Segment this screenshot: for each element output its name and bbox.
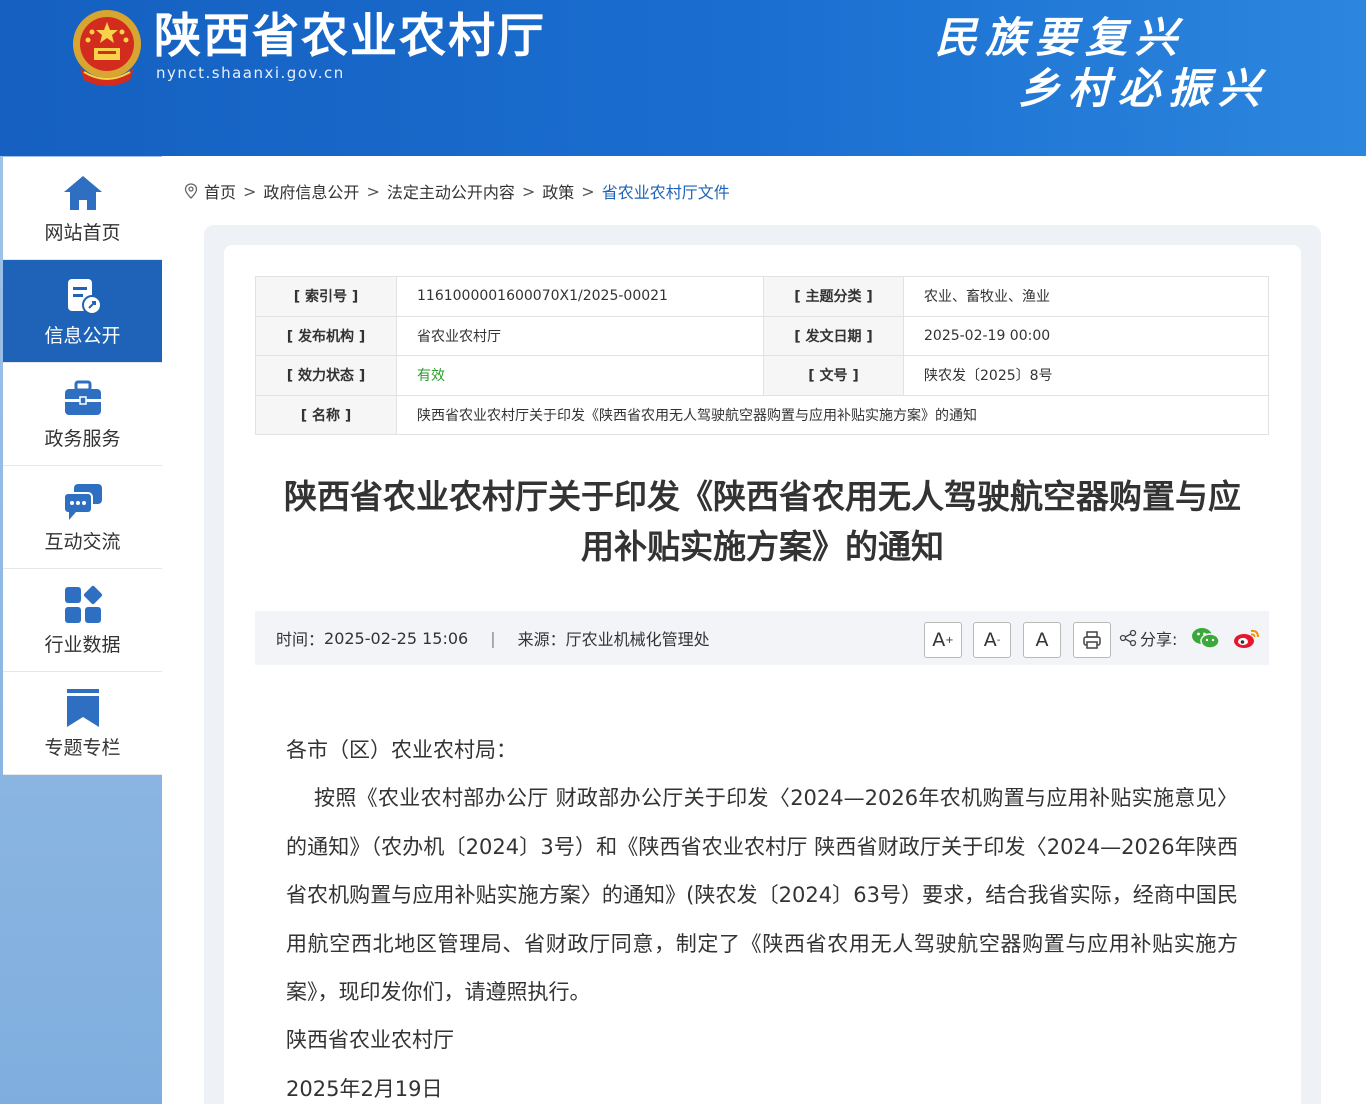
index-value: 1161000001600070X1/2025-00021: [396, 276, 764, 317]
breadcrumb-statutory[interactable]: 法定主动公开内容: [387, 179, 515, 203]
status-label: [ 效力状态 ]: [255, 355, 397, 396]
printer-icon: [1083, 631, 1101, 649]
breadcrumb: 首页 > 政府信息公开 > 法定主动公开内容 > 政策 > 省农业农村厅文件: [184, 180, 730, 202]
share-area: 分享:: [1119, 611, 1261, 665]
national-emblem-icon: [73, 10, 141, 86]
sidebar-item-info-disclosure[interactable]: 信息公开: [3, 260, 162, 363]
site-domain: nynct.shaanxi.gov.cn: [156, 64, 345, 82]
topic-label: [ 主题分类 ]: [763, 276, 904, 317]
sidebar-nav: 网站首页 信息公开 政务服务 互动交流 行业数据 专题专栏: [3, 157, 162, 775]
slogan-line-2: 乡村必振兴: [1018, 64, 1269, 113]
article-title: 陕西省农业农村厅关于印发《陕西省农用无人驾驶航空器购置与应用补贴实施方案》的通知: [284, 477, 1241, 566]
publisher-value: 省农业农村厅: [396, 315, 764, 356]
table-row: [ 名称 ] 陕西省农业农村厅关于印发《陕西省农用无人驾驶航空器购置与应用补贴实…: [255, 394, 1269, 435]
name-value: 陕西省农业农村厅关于印发《陕西省农用无人驾驶航空器购置与应用补贴实施方案》的通知: [396, 394, 1269, 435]
document-icon: [67, 278, 102, 315]
breadcrumb-home[interactable]: 首页: [204, 179, 236, 203]
docno-label: [ 文号 ]: [763, 355, 904, 396]
time-label: 时间：: [276, 630, 325, 649]
index-label: [ 索引号 ]: [255, 276, 397, 317]
sidebar-item-label: 行业数据: [44, 633, 121, 656]
sidebar-item-home[interactable]: 网站首页: [3, 157, 162, 260]
name-label: [ 名称 ]: [255, 394, 397, 435]
font-decrease-button[interactable]: A-: [973, 622, 1011, 658]
greeting: 各市（区）农业农村局：: [286, 738, 517, 762]
chat-icon: [62, 483, 102, 520]
font-reset-label: A: [1035, 629, 1049, 651]
publisher-label: [ 发布机构 ]: [255, 315, 397, 356]
share-icon: [1119, 629, 1137, 647]
meta-info: 时间： 2025-02-25 15:06 | 来源： 厅农业机械化管理处: [276, 611, 710, 665]
table-row: [ 效力状态 ] 有效 [ 文号 ] 陕农发〔2025〕8号: [255, 355, 1269, 396]
sidebar-item-interaction[interactable]: 互动交流: [3, 466, 162, 569]
body-paragraph: 按照《农业农村部办公厅 财政部办公厅关于印发〈2024—2026年农机购置与应用…: [286, 786, 1238, 1005]
topic-value: 农业、畜牧业、渔业: [903, 276, 1269, 317]
source-label: 来源：: [517, 630, 566, 649]
share-label: 分享:: [1140, 630, 1178, 649]
article-meta-bar: 时间： 2025-02-25 15:06 | 来源： 厅农业机械化管理处 A + …: [255, 611, 1269, 665]
location-pin-icon: [184, 183, 198, 199]
font-decrease-label: A: [983, 629, 997, 651]
date-value: 2025-02-19 00:00: [903, 315, 1269, 356]
weibo-share-icon[interactable]: [1233, 626, 1261, 650]
breadcrumb-separator: >: [366, 181, 380, 201]
sidebar-item-special-topics[interactable]: 专题专栏: [3, 672, 162, 775]
font-increase-button[interactable]: A +: [924, 622, 962, 658]
breadcrumb-gov-info[interactable]: 政府信息公开: [263, 179, 359, 203]
sidebar-item-label: 信息公开: [44, 324, 121, 347]
bookmark-icon: [66, 688, 99, 727]
breadcrumb-separator: >: [521, 181, 536, 201]
table-row: [ 索引号 ] 1161000001600070X1/2025-00021 [ …: [255, 276, 1269, 317]
breadcrumb-policy[interactable]: 政策: [542, 179, 574, 203]
date-label: [ 发文日期 ]: [763, 315, 904, 356]
sign-date: 2025年2月19日: [286, 1076, 443, 1101]
meta-divider: |: [490, 628, 496, 648]
site-title: 陕西省农业农村厅: [154, 9, 546, 64]
breadcrumb-current[interactable]: 省农业农村厅文件: [602, 179, 730, 203]
source-value: 厅农业机械化管理处: [565, 630, 710, 649]
sidebar-item-gov-services[interactable]: 政务服务: [3, 363, 162, 466]
breadcrumb-separator: >: [581, 181, 595, 201]
status-value: 有效: [396, 355, 764, 396]
docno-value: 陕农发〔2025〕8号: [903, 355, 1269, 396]
signature: 陕西省农业农村厅: [286, 1028, 454, 1053]
briefcase-icon: [64, 380, 101, 415]
site-header: 陕西省农业农村厅 nynct.shaanxi.gov.cn 民族要复兴 乡村必振…: [0, 0, 1366, 156]
plus-icon: +: [945, 634, 954, 646]
sidebar-item-label: 互动交流: [44, 530, 121, 553]
font-increase-label: A: [932, 629, 946, 651]
article-body: 各市（区）农业农村局： 按照《农业农村部办公厅 财政部办公厅关于印发〈2024—…: [286, 726, 1238, 1104]
sidebar-item-label: 政务服务: [44, 427, 121, 450]
time-value: 2025-02-25 15:06: [324, 628, 469, 648]
home-icon: [63, 175, 102, 210]
sidebar-item-label: 网站首页: [44, 221, 121, 244]
sidebar-item-industry-data[interactable]: 行业数据: [3, 569, 162, 672]
table-row: [ 发布机构 ] 省农业农村厅 [ 发文日期 ] 2025-02-19 00:0…: [255, 315, 1269, 356]
sidebar-item-label: 专题专栏: [44, 736, 121, 759]
document-info-table: [ 索引号 ] 1161000001600070X1/2025-00021 [ …: [255, 276, 1269, 435]
font-reset-button[interactable]: A: [1023, 622, 1061, 658]
data-grid-icon: [64, 585, 102, 623]
minus-icon: -: [996, 634, 1001, 646]
wechat-share-icon[interactable]: [1191, 625, 1221, 651]
breadcrumb-separator: >: [243, 181, 257, 201]
print-button[interactable]: [1073, 622, 1111, 658]
